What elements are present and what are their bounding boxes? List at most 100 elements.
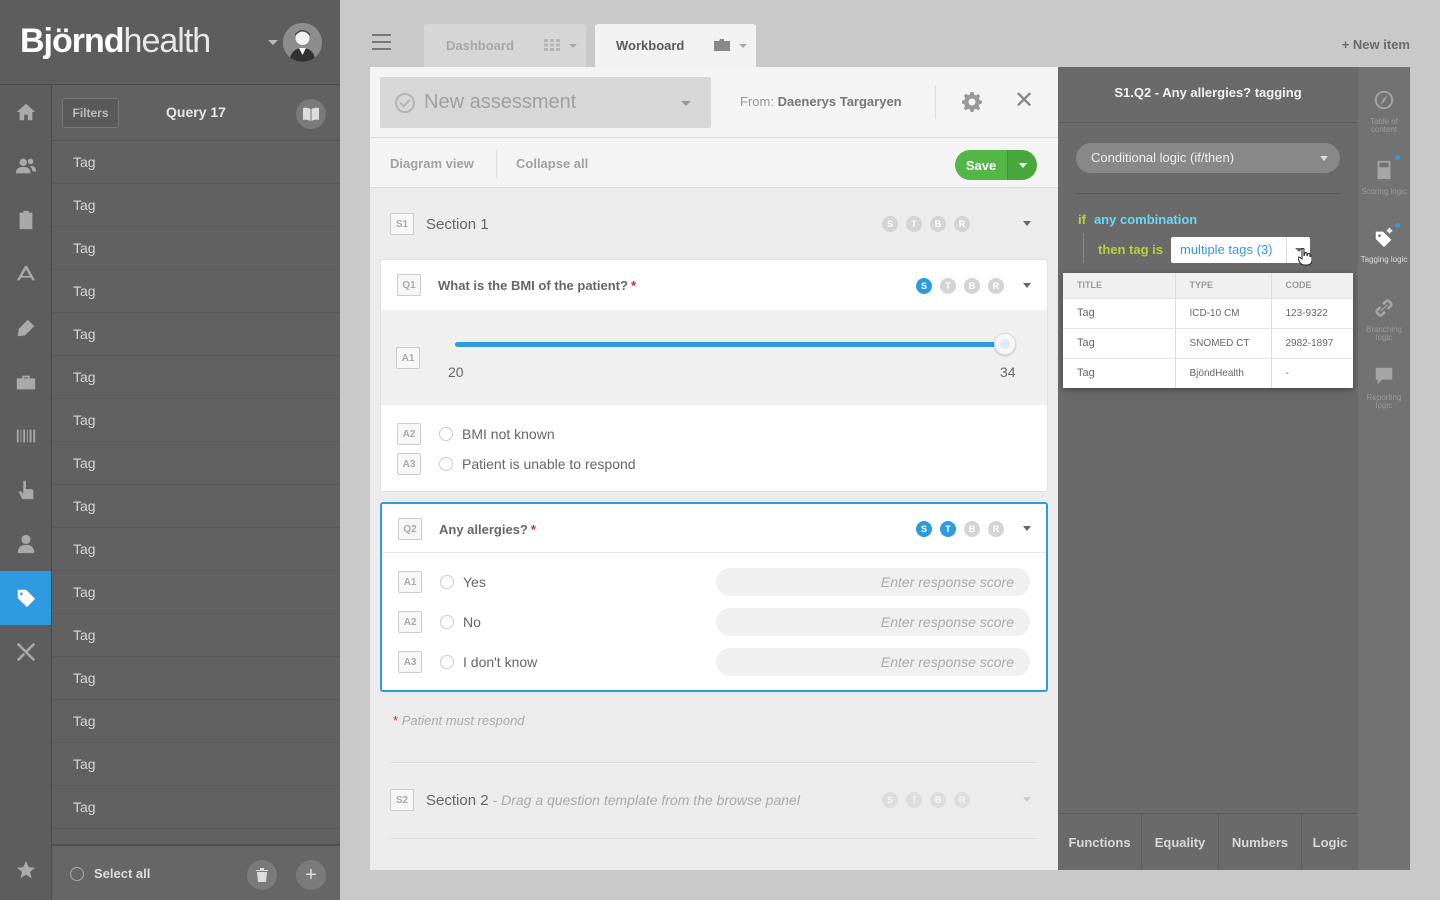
question-collapse-icon[interactable] bbox=[1023, 283, 1031, 288]
tab-dashboard-caret-icon[interactable] bbox=[569, 44, 577, 48]
answer-radio[interactable] bbox=[440, 655, 454, 669]
answer-row[interactable]: A3 I don't know bbox=[398, 651, 537, 673]
if-condition-link[interactable]: any combination bbox=[1094, 212, 1197, 227]
avatar[interactable] bbox=[283, 23, 322, 62]
list-item[interactable]: Tag bbox=[52, 743, 340, 786]
tab-workboard[interactable]: Workboard bbox=[595, 24, 756, 67]
section-collapse-icon[interactable] bbox=[1023, 797, 1031, 802]
list-item[interactable]: Tag bbox=[52, 614, 340, 657]
list-item[interactable]: Tag bbox=[52, 442, 340, 485]
answer-radio[interactable] bbox=[439, 457, 453, 471]
badge-r[interactable]: R bbox=[988, 521, 1004, 537]
nav-pen[interactable] bbox=[0, 301, 51, 355]
badge-r[interactable]: R bbox=[954, 792, 970, 808]
list-item[interactable]: Tag bbox=[52, 528, 340, 571]
list-item[interactable]: Tag bbox=[52, 399, 340, 442]
answer-radio[interactable] bbox=[440, 615, 454, 629]
badge-b[interactable]: B bbox=[964, 278, 980, 294]
answer-row[interactable]: A3 Patient is unable to respond bbox=[397, 453, 636, 475]
answer-row[interactable]: A2 BMI not known bbox=[397, 423, 555, 445]
tab-numbers[interactable]: Numbers bbox=[1219, 814, 1302, 870]
answer-radio[interactable] bbox=[439, 427, 453, 441]
slider-handle[interactable] bbox=[994, 333, 1016, 355]
badge-b[interactable]: B bbox=[964, 521, 980, 537]
list-item[interactable]: Tag bbox=[52, 141, 340, 184]
book-button[interactable] bbox=[296, 99, 326, 129]
settings-button[interactable] bbox=[962, 92, 982, 117]
list-item[interactable]: Tag bbox=[52, 270, 340, 313]
answer-row[interactable]: A1 Yes bbox=[398, 571, 486, 593]
sidebar-item-table-of-content[interactable]: Table of content bbox=[1358, 89, 1410, 134]
answer-row[interactable]: A2 No bbox=[398, 611, 481, 633]
table-row[interactable]: Tag ICD-10 CM 123-9322 bbox=[1063, 297, 1353, 328]
list-item[interactable]: Tag bbox=[52, 485, 340, 528]
tag-select[interactable]: multiple tags (3) bbox=[1171, 237, 1310, 263]
assessment-selector[interactable]: New assessment bbox=[380, 77, 711, 128]
nav-clipboard[interactable] bbox=[0, 193, 51, 247]
badge-t[interactable]: T bbox=[940, 521, 956, 537]
select-all-radio[interactable] bbox=[70, 866, 84, 881]
list-item[interactable]: Tag bbox=[52, 657, 340, 700]
badge-t[interactable]: T bbox=[940, 278, 956, 294]
question-card[interactable]: Q1 What is the BMI of the patient? * S T … bbox=[380, 259, 1048, 492]
tab-dashboard[interactable]: Dashboard bbox=[424, 24, 586, 67]
save-button[interactable]: Save bbox=[955, 150, 1007, 180]
list-item[interactable]: Tag bbox=[52, 313, 340, 356]
close-button[interactable]: ✕ bbox=[1014, 89, 1034, 113]
collapse-all-link[interactable]: Collapse all bbox=[516, 156, 588, 171]
brand-logo[interactable]: Björndhealth bbox=[20, 22, 211, 61]
table-row[interactable]: Tag BjöndHealth - bbox=[1063, 357, 1353, 388]
section-header[interactable]: S2 Section 2 - Drag a question template … bbox=[390, 775, 1038, 825]
list-item[interactable]: Tag bbox=[52, 356, 340, 399]
select-all-toggle[interactable]: Select all bbox=[70, 866, 150, 881]
question-card-selected[interactable]: Q2 Any allergies? * S T B R A1 Yes Enter … bbox=[380, 502, 1048, 692]
response-score-input[interactable]: Enter response score bbox=[716, 648, 1030, 676]
tab-workboard-caret-icon[interactable] bbox=[739, 44, 747, 48]
new-item-link[interactable]: + New item bbox=[1342, 37, 1410, 52]
nav-tools[interactable] bbox=[0, 625, 51, 679]
badge-s[interactable]: S bbox=[916, 278, 932, 294]
badge-s[interactable]: S bbox=[882, 216, 898, 232]
user-menu-caret-icon[interactable] bbox=[268, 40, 278, 45]
diagram-view-link[interactable]: Diagram view bbox=[390, 156, 474, 171]
badge-r[interactable]: R bbox=[988, 278, 1004, 294]
sidebar-item-scoring-logic[interactable]: Scoring logic bbox=[1358, 155, 1410, 196]
favorites-star-icon[interactable] bbox=[15, 859, 37, 886]
hamburger-menu-icon[interactable] bbox=[372, 34, 391, 55]
badge-b[interactable]: B bbox=[930, 792, 946, 808]
tab-logic[interactable]: Logic bbox=[1302, 814, 1358, 870]
nav-briefcase[interactable] bbox=[0, 355, 51, 409]
section-header[interactable]: S1 Section 1 S T B R bbox=[390, 199, 1038, 249]
list-item[interactable]: Tag bbox=[52, 571, 340, 614]
list-item[interactable]: Tag bbox=[52, 786, 340, 829]
badge-s[interactable]: S bbox=[916, 521, 932, 537]
table-row[interactable]: Tag SNOMED CT 2982-1897 bbox=[1063, 327, 1353, 358]
tab-equality[interactable]: Equality bbox=[1142, 814, 1219, 870]
nav-barcode[interactable] bbox=[0, 409, 51, 463]
sidebar-item-branching-logic[interactable]: Branching logic bbox=[1358, 297, 1410, 342]
badge-s[interactable]: S bbox=[882, 792, 898, 808]
add-button[interactable]: + bbox=[296, 860, 326, 890]
answer-radio[interactable] bbox=[440, 575, 454, 589]
badge-t[interactable]: T bbox=[906, 216, 922, 232]
logic-mode-select[interactable]: Conditional logic (if/then) bbox=[1076, 143, 1340, 173]
nav-touch[interactable] bbox=[0, 463, 51, 517]
sidebar-item-tagging-logic[interactable]: Tagging logic bbox=[1358, 223, 1410, 264]
nav-home[interactable] bbox=[0, 85, 51, 139]
slider-track[interactable] bbox=[455, 333, 1016, 355]
list-item[interactable]: Tag bbox=[52, 700, 340, 743]
list-item[interactable]: Tag bbox=[52, 227, 340, 270]
nav-tags[interactable] bbox=[0, 571, 51, 625]
response-score-input[interactable]: Enter response score bbox=[716, 568, 1030, 596]
sidebar-item-reporting-logic[interactable]: Reporting logic bbox=[1358, 365, 1410, 410]
tab-functions[interactable]: Functions bbox=[1058, 814, 1142, 870]
nav-profile[interactable] bbox=[0, 517, 51, 571]
delete-button[interactable] bbox=[247, 860, 277, 890]
list-item[interactable]: Tag bbox=[52, 184, 340, 227]
section-collapse-icon[interactable] bbox=[1023, 221, 1031, 226]
nav-users[interactable] bbox=[0, 139, 51, 193]
nav-apps[interactable] bbox=[0, 247, 51, 301]
badge-t[interactable]: T bbox=[906, 792, 922, 808]
response-score-input[interactable]: Enter response score bbox=[716, 608, 1030, 636]
save-options-button[interactable] bbox=[1007, 150, 1037, 180]
